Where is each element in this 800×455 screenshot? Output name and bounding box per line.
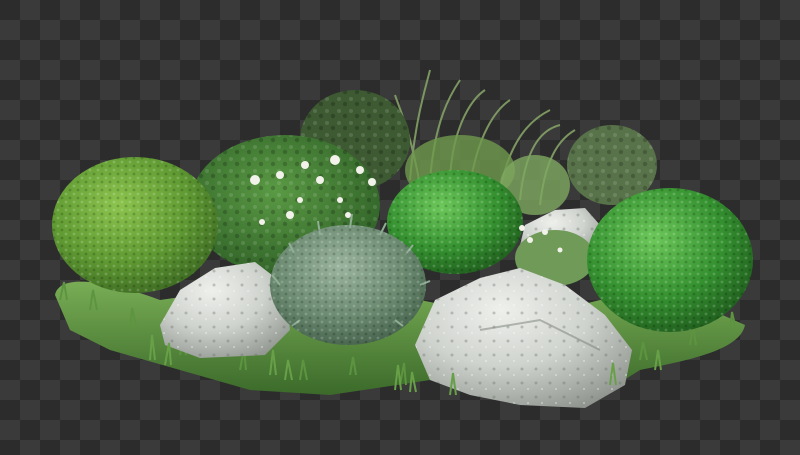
lime-bush: [52, 157, 218, 293]
garden-scene: [52, 69, 753, 408]
image-canvas: [0, 0, 800, 455]
boxwood-ball-right: [587, 188, 753, 332]
